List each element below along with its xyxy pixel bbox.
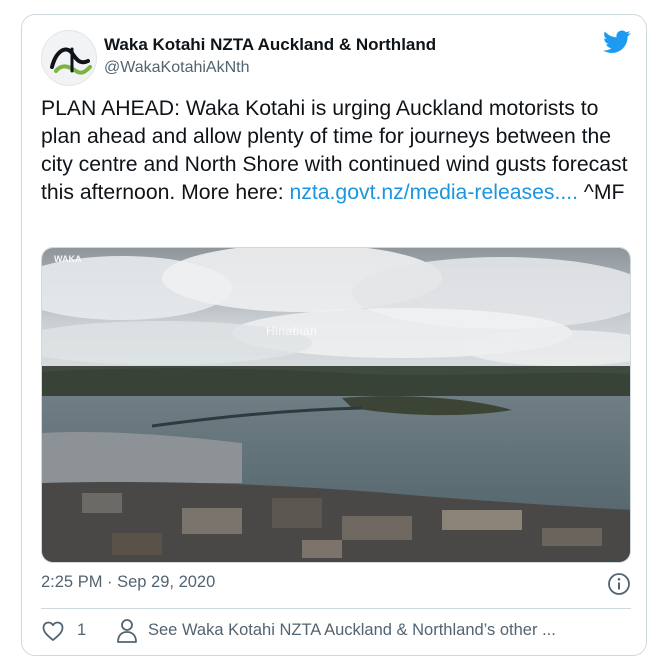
like-count: 1 <box>77 621 87 639</box>
twitter-bird-icon[interactable] <box>603 30 631 54</box>
person-icon[interactable] <box>116 618 138 644</box>
media-release-link[interactable]: nzta.govt.nz/media-releases.... <box>290 181 579 204</box>
tweet-timestamp[interactable]: 2:25 PM · Sep 29, 2020 <box>41 573 215 592</box>
info-icon[interactable] <box>607 572 631 596</box>
see-other-tweets-link[interactable]: See Waka Kotahi NZTA Auckland & Northlan… <box>148 621 556 640</box>
tweet-photo[interactable]: WAKA Hinabian <box>41 247 631 563</box>
waka-kotahi-logo-icon <box>50 47 92 75</box>
account-name[interactable]: Waka Kotahi NZTA Auckland & Northland <box>104 35 436 55</box>
tweet-signature: ^MF <box>578 181 625 204</box>
account-handle[interactable]: @WakaKotahiAkNth <box>104 59 249 77</box>
tweet-text: PLAN AHEAD: Waka Kotahi is urging Auckla… <box>41 95 641 207</box>
aerial-photo-icon <box>42 248 630 562</box>
like-heart-icon[interactable] <box>41 619 65 643</box>
avatar[interactable] <box>41 30 97 86</box>
tweet-card[interactable]: Waka Kotahi NZTA Auckland & Northland @W… <box>21 14 647 656</box>
divider <box>41 608 631 609</box>
